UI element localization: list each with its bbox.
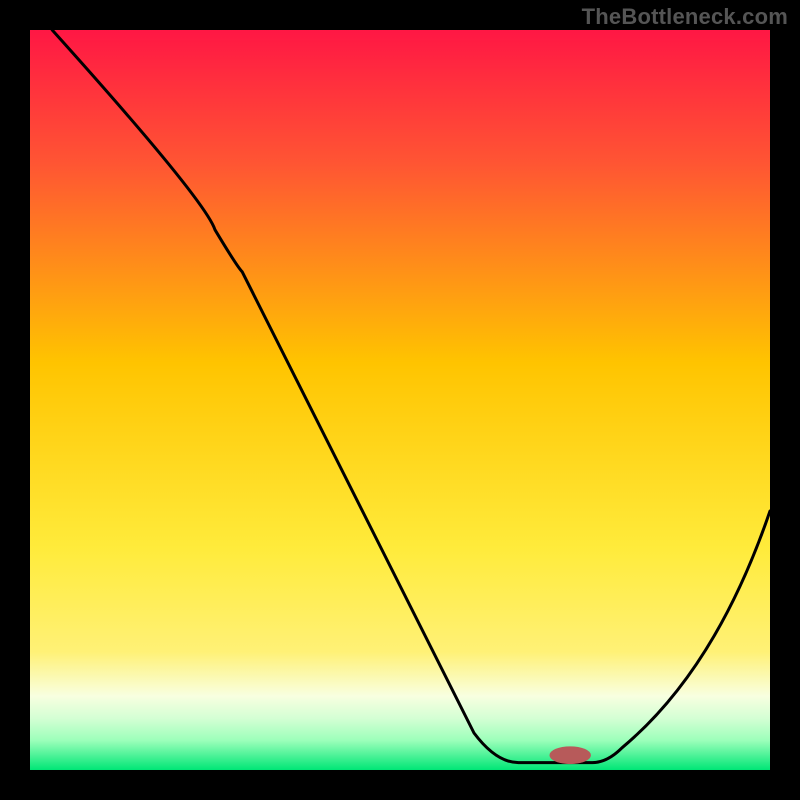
chart-container: TheBottleneck.com	[0, 0, 800, 800]
bottleneck-chart	[0, 0, 800, 800]
optimal-marker	[549, 746, 590, 764]
plot-area	[30, 30, 770, 770]
watermark-text: TheBottleneck.com	[582, 4, 788, 30]
